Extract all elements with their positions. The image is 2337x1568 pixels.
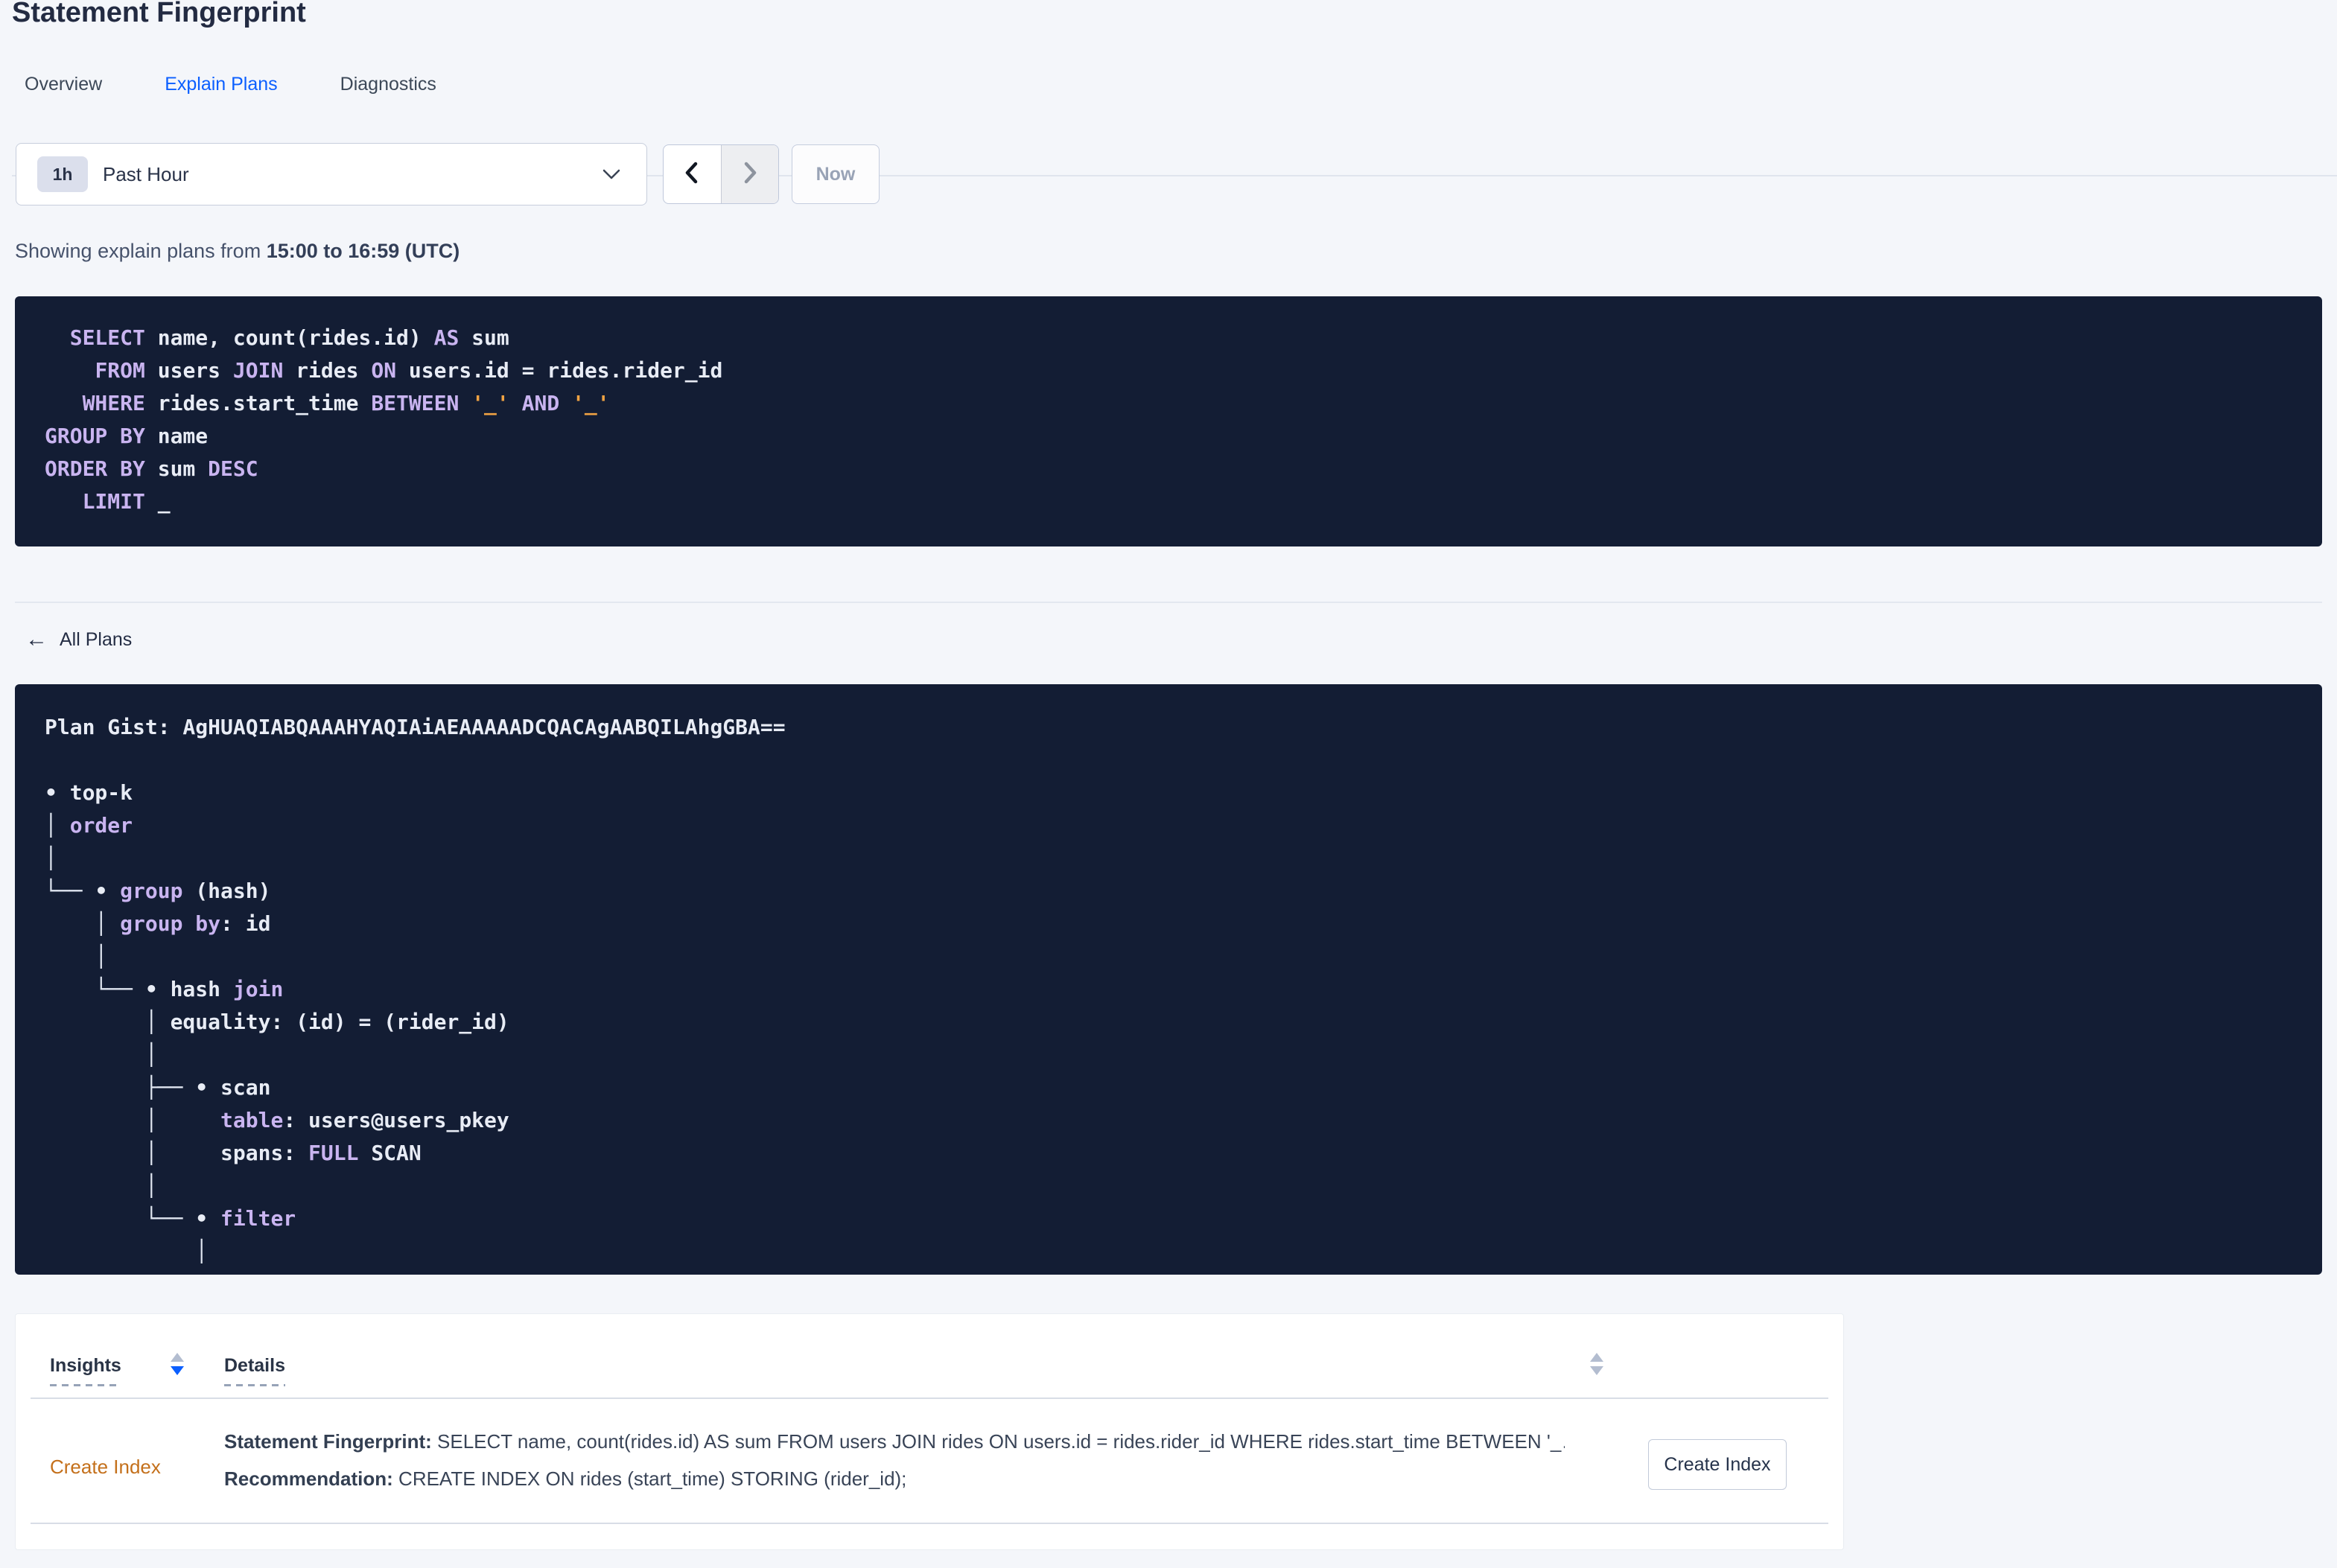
chevron-right-icon — [738, 160, 762, 189]
details-header-dashed-underline — [224, 1384, 285, 1386]
column-header-details[interactable]: Details — [224, 1355, 285, 1386]
page-title: Statement Fingerprint — [12, 0, 306, 28]
details-header-label: Details — [224, 1355, 285, 1376]
tab-bar: Overview Explain Plans Diagnostics — [10, 74, 451, 175]
tab-overview[interactable]: Overview — [10, 74, 117, 95]
header-divider — [31, 1398, 1828, 1399]
sort-down-arrow-icon — [171, 1366, 184, 1375]
detail-statement-fingerprint: Statement Fingerprint: SELECT name, coun… — [224, 1430, 1565, 1453]
plan-gist-box[interactable]: Plan Gist: AgHUAQIABQAAAHYAQIAiAEAAAAADC… — [15, 684, 2322, 1275]
showing-range: 15:00 to 16:59 (UTC) — [266, 240, 460, 262]
sort-icon-details[interactable] — [1590, 1353, 1603, 1375]
insights-header-label: Insights — [50, 1355, 121, 1376]
now-button[interactable]: Now — [792, 144, 880, 204]
sort-up-arrow-icon — [171, 1353, 184, 1362]
insights-header-dashed-underline — [50, 1384, 121, 1386]
time-range-badge: 1h — [37, 156, 88, 192]
previous-time-button[interactable] — [664, 145, 721, 203]
tab-diagnostics[interactable]: Diagnostics — [325, 74, 451, 95]
next-time-button[interactable] — [720, 145, 778, 203]
sort-down-arrow-icon — [1590, 1366, 1603, 1375]
detail-recommendation: Recommendation: CREATE INDEX ON rides (s… — [224, 1467, 906, 1491]
column-header-insights[interactable]: Insights — [50, 1355, 121, 1386]
time-nav-group — [663, 144, 779, 204]
sort-icon-insights[interactable] — [171, 1353, 184, 1375]
detail-statement-text: SELECT name, count(rides.id) AS sum FROM… — [431, 1430, 1565, 1453]
insights-table-card: Insights Details Create Index Statement … — [15, 1313, 1844, 1550]
detail-statement-label: Statement Fingerprint: — [224, 1430, 432, 1453]
all-plans-label: All Plans — [60, 628, 133, 650]
detail-recommendation-text: CREATE INDEX ON rides (start_time) STORI… — [392, 1467, 907, 1490]
section-divider — [15, 602, 2322, 603]
tab-explain-plans[interactable]: Explain Plans — [150, 74, 293, 175]
row-divider — [31, 1523, 1828, 1524]
sql-statement-box: SELECT name, count(rides.id) AS sum FROM… — [15, 296, 2322, 546]
time-range-value: Past Hour — [103, 162, 189, 185]
detail-recommendation-label: Recommendation: — [224, 1467, 393, 1490]
chevron-left-icon — [680, 160, 704, 189]
all-plans-back-link[interactable]: ← All Plans — [25, 628, 132, 651]
showing-range-text: Showing explain plans from 15:00 to 16:5… — [15, 240, 460, 263]
chevron-down-icon — [602, 168, 621, 185]
time-range-select[interactable]: 1h Past Hour — [16, 143, 647, 205]
back-arrow-icon: ← — [25, 627, 48, 651]
insight-type-create-index: Create Index — [50, 1456, 161, 1478]
sort-up-arrow-icon — [1590, 1353, 1603, 1362]
create-index-button[interactable]: Create Index — [1648, 1439, 1787, 1490]
showing-prefix: Showing explain plans from — [15, 240, 267, 262]
time-picker-row: 1h Past Hour Now — [16, 143, 880, 205]
